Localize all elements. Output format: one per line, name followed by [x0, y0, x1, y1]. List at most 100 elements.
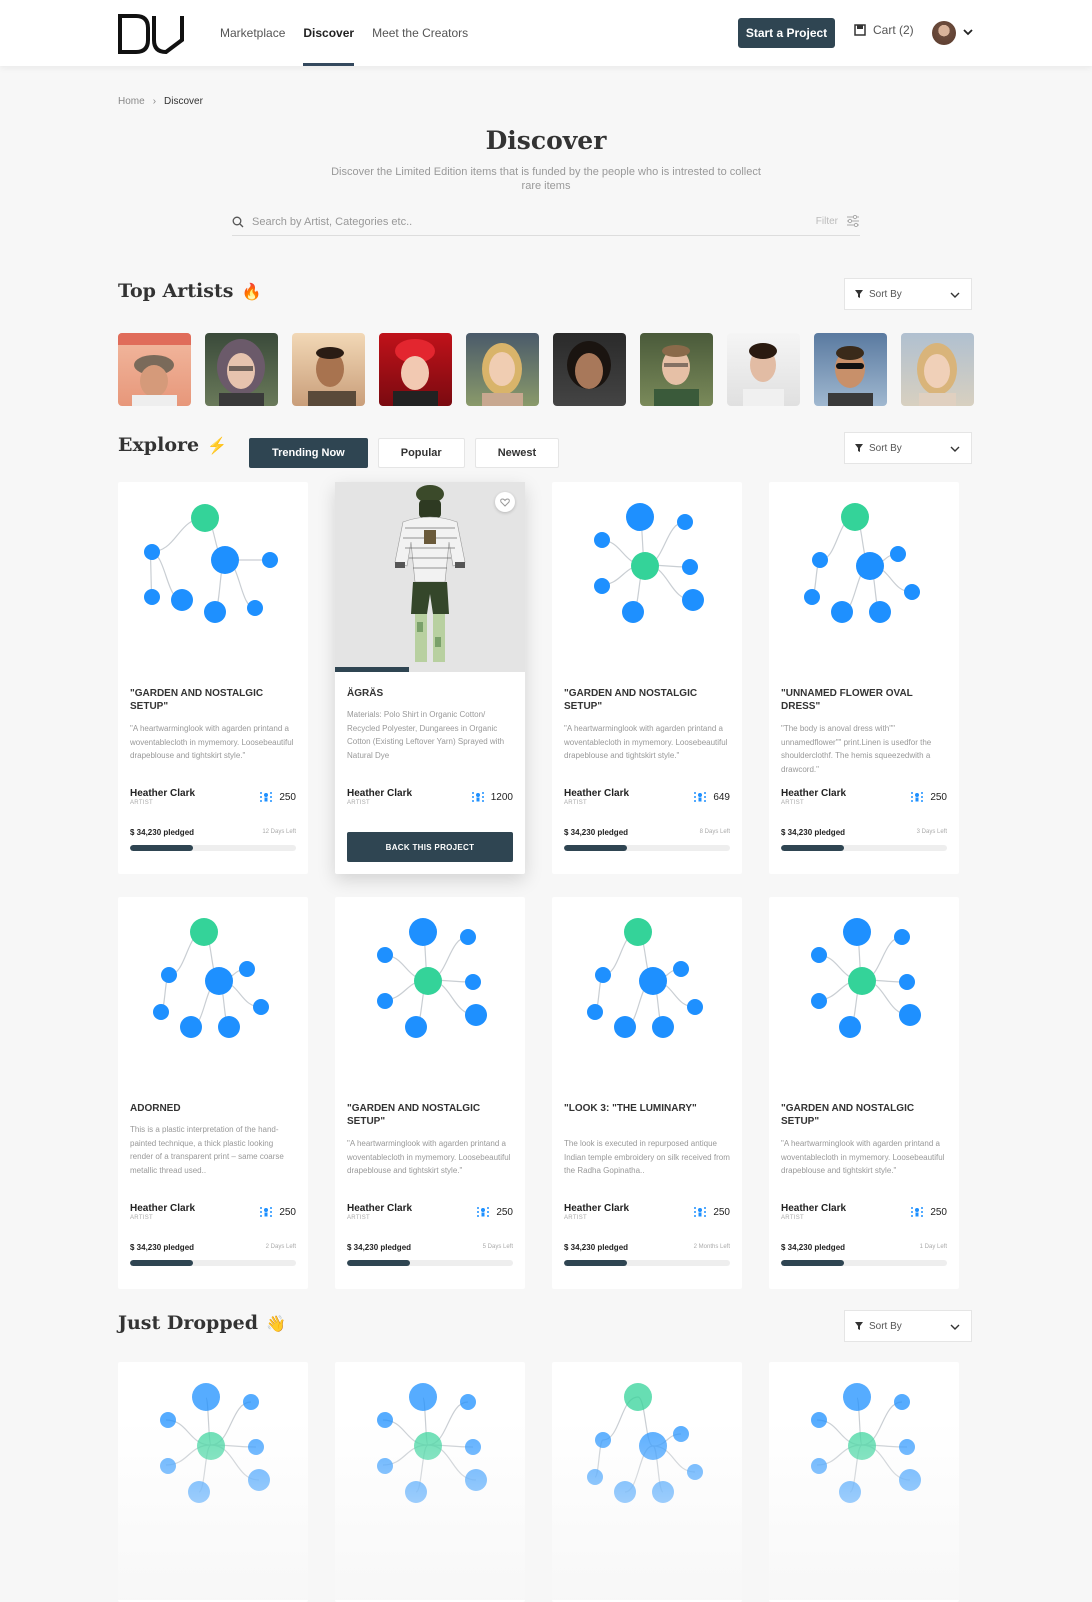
cart-link[interactable]: Cart (2) — [854, 23, 914, 37]
artist-avatar[interactable] — [292, 333, 365, 406]
creator-name[interactable]: Heather Clark — [781, 788, 846, 799]
funding-progress-fill — [781, 1260, 845, 1266]
project-description: "A heartwarminglook with agarden printan… — [564, 724, 728, 760]
creator-name[interactable]: Heather Clark — [781, 1203, 846, 1214]
nav-discover[interactable]: Discover — [303, 0, 355, 66]
creator-role: ARTIST — [130, 1215, 154, 1221]
graph-illustration — [811, 918, 921, 1038]
chevron-down-icon[interactable] — [962, 26, 974, 38]
lightning-icon: ⚡ — [207, 435, 228, 455]
project-name[interactable]: "GARDEN AND NOSTALGIC SETUP" — [347, 1102, 515, 1128]
cart-icon — [854, 24, 866, 36]
backers-count: 250 — [693, 1205, 730, 1219]
project-card[interactable]: "GARDEN AND NOSTALGIC SETUP" "A heartwarm… — [335, 897, 525, 1289]
search-input[interactable] — [252, 215, 792, 228]
artist-avatar[interactable] — [901, 333, 974, 406]
funding-progress — [781, 845, 947, 851]
backers-value: 649 — [713, 791, 730, 803]
creator-name[interactable]: Heather Clark — [347, 1203, 412, 1214]
backers-value: 1200 — [490, 791, 513, 803]
artist-avatar[interactable] — [205, 333, 278, 406]
project-name[interactable]: "LOOK 3: "THE LUMINARY" — [564, 1102, 732, 1115]
creator-name[interactable]: Heather Clark — [130, 788, 195, 799]
backers-value: 250 — [930, 1206, 947, 1218]
project-card[interactable]: ADORNED This is a plastic interpretation … — [118, 897, 308, 1289]
creator-role: ARTIST — [781, 800, 805, 806]
artist-avatar[interactable] — [640, 333, 713, 406]
project-name[interactable]: "UNNAMED FLOWER OVAL DRESS" — [781, 687, 949, 713]
funding-progress — [347, 1260, 513, 1266]
project-card[interactable]: "GARDEN AND NOSTALGIC SETUP" "A heartwarm… — [118, 482, 308, 874]
explore-title: Explore ⚡ — [118, 434, 227, 456]
logo[interactable] — [118, 14, 186, 54]
backers-count: 250 — [259, 1205, 296, 1219]
artist-avatar[interactable] — [118, 333, 191, 406]
project-name[interactable]: "GARDEN AND NOSTALGIC SETUP" — [130, 687, 298, 713]
tab-popular[interactable]: Popular — [377, 438, 465, 468]
backers-icon — [694, 792, 707, 802]
back-project-button[interactable]: BACK THIS PROJECT — [347, 832, 513, 862]
project-card[interactable]: "GARDEN AND NOSTALGIC SETUP" "A heartwarm… — [769, 897, 959, 1289]
project-card[interactable]: "LOOK 3: "THE LUMINARY" The look is execu… — [552, 897, 742, 1289]
breadcrumb-home[interactable]: Home — [118, 96, 145, 107]
artist-avatar[interactable] — [466, 333, 539, 406]
start-project-button[interactable]: Start a Project — [738, 18, 835, 48]
filter-label: Filter — [815, 215, 838, 227]
waving-hand-icon: 👋 — [266, 1313, 286, 1333]
fire-icon: 🔥 — [241, 281, 262, 301]
backers-icon — [471, 792, 484, 802]
creator-name[interactable]: Heather Clark — [130, 1203, 195, 1214]
project-name[interactable]: ADORNED — [130, 1102, 298, 1115]
project-card[interactable]: "GARDEN AND NOSTALGIC SETUP" "A heartwarm… — [552, 482, 742, 874]
artist-avatar[interactable] — [727, 333, 800, 406]
backers-icon — [260, 792, 273, 802]
time-left: 1 Day Left — [919, 1244, 947, 1250]
favorite-button[interactable] — [495, 492, 515, 512]
filter-funnel-icon — [855, 290, 863, 298]
sort-by-dropdown[interactable]: Sort By — [844, 432, 972, 464]
artist-avatar[interactable] — [379, 333, 452, 406]
backers-icon — [260, 1207, 273, 1217]
creator-name[interactable]: Heather Clark — [564, 1203, 629, 1214]
project-card[interactable]: ÄGRÄS Materials: Polo Shirt in Organic Co… — [335, 482, 525, 874]
pledged-amount: $ 34,230 pledged — [564, 1243, 629, 1252]
project-card[interactable]: "UNNAMED FLOWER OVAL DRESS" "The body is … — [769, 482, 959, 874]
sort-by-dropdown[interactable]: Sort By — [844, 278, 972, 310]
creator-name[interactable]: Heather Clark — [347, 788, 412, 799]
creator-role: ARTIST — [347, 1215, 371, 1221]
creator-name[interactable]: Heather Clark — [564, 788, 629, 799]
backers-icon — [694, 1207, 707, 1217]
top-artists-list — [118, 333, 974, 406]
artist-avatar[interactable] — [814, 333, 887, 406]
funding-progress-fill — [564, 1260, 628, 1266]
project-name[interactable]: "GARDEN AND NOSTALGIC SETUP" — [781, 1102, 949, 1128]
explore-label: Explore — [118, 434, 200, 456]
sort-by-dropdown[interactable]: Sort By — [844, 1310, 972, 1342]
filter-button[interactable]: Filter — [816, 215, 860, 227]
artist-avatar[interactable] — [553, 333, 626, 406]
backers-count: 250 — [259, 790, 296, 804]
project-name[interactable]: ÄGRÄS — [347, 687, 515, 700]
cart-label: Cart (2) — [873, 23, 914, 37]
funding-progress-fill — [130, 1260, 194, 1266]
sort-by-label: Sort By — [869, 442, 902, 454]
filter-funnel-icon — [855, 444, 863, 452]
sliders-icon — [847, 215, 859, 227]
breadcrumb-current: Discover — [164, 96, 203, 107]
project-name[interactable]: "GARDEN AND NOSTALGIC SETUP" — [564, 687, 732, 713]
backers-count: 250 — [910, 790, 947, 804]
tab-newest[interactable]: Newest — [474, 438, 560, 468]
user-avatar[interactable] — [932, 21, 956, 45]
project-description: This is a plastic interpretation of the … — [130, 1125, 284, 1175]
time-left: 12 Days Left — [262, 829, 296, 835]
nav-marketplace[interactable]: Marketplace — [220, 0, 285, 66]
time-left: 2 Months Left — [693, 1244, 730, 1250]
main-nav: Marketplace Discover Meet the Creators — [220, 0, 468, 66]
nav-meet-the-creators[interactable]: Meet the Creators — [372, 0, 468, 66]
backers-count: 250 — [476, 1205, 513, 1219]
pledged-amount: $ 34,230 pledged — [130, 828, 195, 837]
funding-progress — [564, 1260, 730, 1266]
tab-trending-now[interactable]: Trending Now — [249, 438, 368, 468]
chevron-right-icon: › — [152, 96, 157, 107]
backers-icon — [911, 792, 924, 802]
